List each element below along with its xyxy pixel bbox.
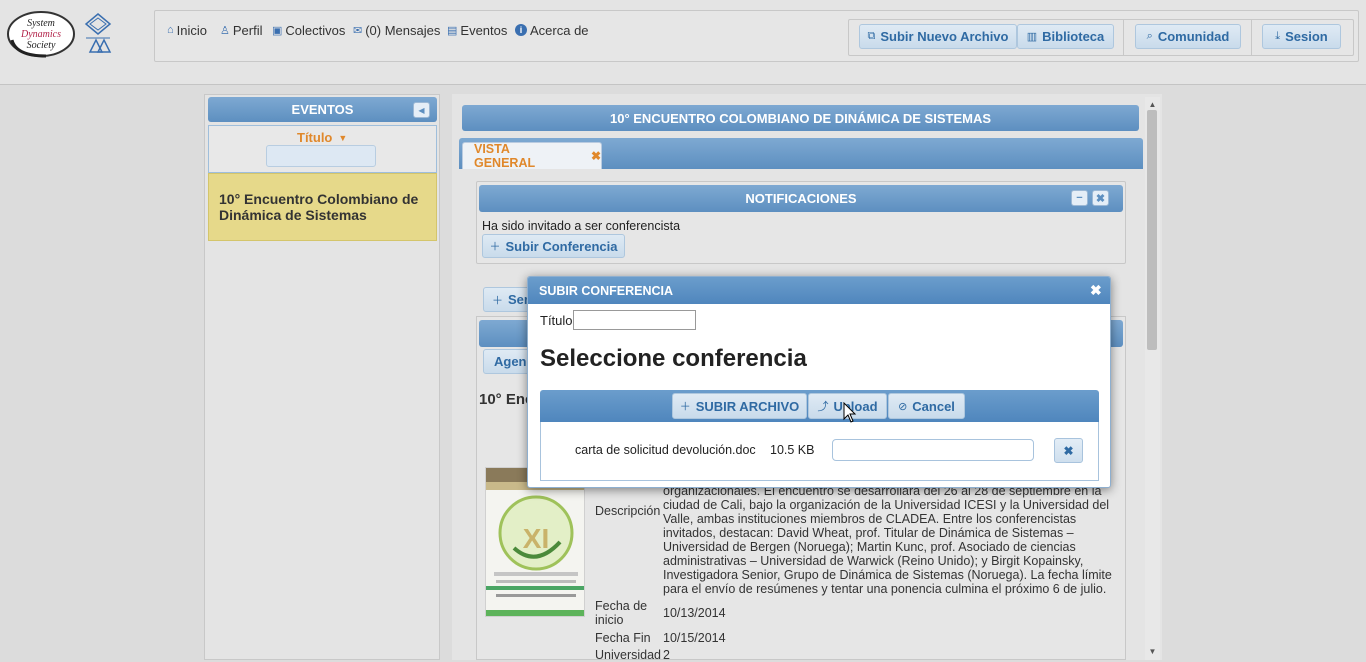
nav-colectivos-label: Colectivos — [285, 22, 346, 38]
notification-message: Ha sido invitado a ser conferencista — [482, 219, 681, 233]
description-label: Descripción — [595, 504, 661, 518]
notifications-title: NOTIFICACIONES — [745, 191, 857, 206]
nav-mensajes-label: (0) Mensajes — [365, 22, 441, 38]
collapse-left-icon[interactable]: ◀ — [413, 102, 430, 118]
nav-mensajes[interactable]: ✉ (0) Mensajes — [353, 22, 440, 38]
nav-colectivos[interactable]: ▣ Colectivos — [272, 22, 345, 38]
add-file-button[interactable]: ＋ SUBIR ARCHIVO — [672, 393, 807, 419]
scroll-down-icon[interactable]: ▼ — [1145, 645, 1160, 657]
dialog-title: SUBIR CONFERENCIA — [528, 277, 1110, 304]
nav-acerca-label: Acerca de — [530, 22, 589, 38]
nav-acerca[interactable]: i Acerca de — [515, 22, 589, 38]
user-icon: ♙ — [220, 24, 230, 37]
logo-text-system: System — [27, 18, 55, 29]
agenda-label: Agen — [494, 354, 527, 369]
session-button[interactable]: ⤓ Sesion — [1262, 24, 1341, 49]
search-icon: ⌕ — [1146, 30, 1153, 42]
notifications-header: NOTIFICACIONES — [479, 185, 1123, 212]
title-filter-input[interactable] — [266, 145, 376, 167]
close-tab-icon[interactable]: ✖ — [591, 149, 601, 163]
title-field-label: Título — [540, 313, 573, 328]
plus-icon: ＋ — [679, 401, 691, 413]
session-label: Sesion — [1285, 29, 1328, 44]
event-list-item[interactable]: 10° Encuentro Colombiano de Dinámica de … — [208, 173, 437, 241]
tab-vista-general[interactable]: VISTA GENERAL ✖ — [462, 142, 602, 170]
home-icon: ⌂ — [167, 24, 174, 36]
title-sort-header[interactable]: Título ▼ — [297, 130, 347, 145]
add-file-label: SUBIR ARCHIVO — [695, 398, 800, 414]
library-label: Biblioteca — [1042, 29, 1105, 44]
mouse-cursor-icon — [843, 401, 857, 424]
library-button[interactable]: ▥ Biblioteca — [1017, 24, 1114, 49]
nav-perfil[interactable]: ♙ Perfil — [220, 22, 263, 38]
calendar-icon: ▤ — [447, 24, 458, 37]
plus-icon: ＋ — [489, 241, 501, 253]
nav-inicio-label: Inicio — [176, 22, 208, 38]
cancel-icon: ⊘ — [898, 400, 908, 413]
title-sort-label: Título — [297, 130, 333, 145]
mail-icon: ✉ — [353, 24, 363, 37]
nav-inicio[interactable]: ⌂ Inicio — [167, 22, 207, 38]
scrollbar-thumb[interactable] — [1147, 110, 1157, 350]
event-poster-image: XI — [485, 467, 585, 617]
separator — [1251, 20, 1252, 55]
upload-conference-button[interactable]: ＋ Subir Conferencia — [482, 234, 625, 258]
title-field[interactable] — [573, 310, 696, 330]
events-header: EVENTOS — [208, 97, 437, 122]
cancel-label: Cancel — [912, 398, 955, 414]
chapter-logo-icon — [82, 12, 114, 54]
nav-eventos-label: Eventos — [460, 22, 508, 38]
description-text: organizacionales. El encuentro se desarr… — [663, 484, 1112, 596]
upload-new-file-button[interactable]: ⧉ Subir Nuevo Archivo — [859, 24, 1017, 49]
upload-new-file-label: Subir Nuevo Archivo — [880, 29, 1009, 44]
upload-icon: ⤴ — [817, 401, 829, 413]
tab-vista-general-label: VISTA GENERAL — [474, 142, 536, 170]
poster-logo-text: XI — [523, 523, 549, 554]
community-label: Comunidad — [1157, 29, 1230, 44]
info-icon: i — [515, 24, 527, 36]
download-icon: ⤓ — [1275, 30, 1281, 42]
nav-perfil-label: Perfil — [232, 22, 263, 38]
logo-text-dynamics: Dynamics — [20, 29, 61, 40]
end-date-value: 10/15/2014 — [663, 631, 726, 645]
file-progress-bar — [832, 439, 1034, 461]
file-name: carta de solicitud devolución.doc — [575, 443, 756, 457]
system-dynamics-society-logo[interactable]: System Dynamics Society — [6, 10, 76, 59]
file-size: 10.5 KB — [770, 443, 815, 457]
end-date-label: Fecha Fin — [595, 631, 651, 645]
sort-down-icon: ▼ — [338, 132, 348, 143]
upload-file-icon: ⧉ — [867, 30, 876, 42]
cancel-button[interactable]: ⊘ Cancel — [888, 393, 965, 419]
minimize-icon[interactable]: − — [1071, 190, 1088, 206]
nav-eventos[interactable]: ▤ Eventos — [447, 22, 507, 38]
book-icon: ▥ — [1026, 31, 1038, 43]
logo-text-society: Society — [27, 40, 56, 51]
remove-file-icon[interactable]: ✖ — [1054, 438, 1083, 463]
start-date-value: 10/13/2014 — [663, 606, 726, 620]
group-icon: ▣ — [272, 24, 283, 37]
separator — [1123, 20, 1124, 55]
close-icon[interactable]: ✖ — [1092, 190, 1109, 206]
partial-button-label: Ser — [508, 292, 529, 307]
upload-conference-label: Subir Conferencia — [505, 238, 618, 254]
dialog-close-icon[interactable]: ✖ — [1090, 282, 1102, 299]
community-button[interactable]: ⌕ Comunidad — [1135, 24, 1241, 49]
start-date-label: Fecha de inicio — [595, 599, 648, 627]
plus-icon: ＋ — [492, 294, 503, 307]
dialog-heading: Seleccione conferencia — [540, 345, 807, 372]
scroll-up-icon[interactable]: ▲ — [1145, 98, 1160, 110]
page-title: 10° ENCUENTRO COLOMBIANO DE DINÁMICA DE … — [462, 105, 1139, 131]
